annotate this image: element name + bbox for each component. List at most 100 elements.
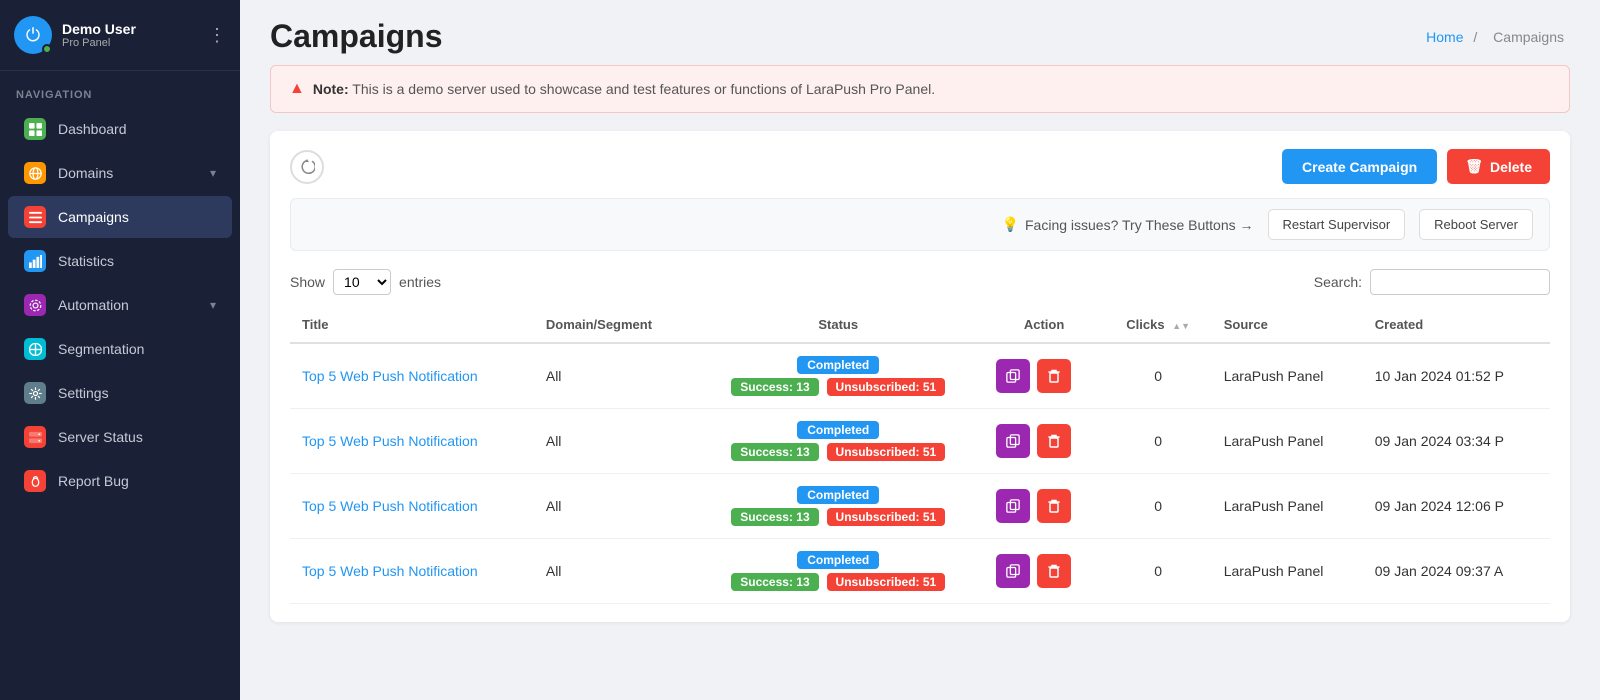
sidebar-item-settings[interactable]: Settings: [8, 372, 232, 414]
cell-action: [984, 343, 1105, 409]
delete-label: Delete: [1490, 159, 1532, 175]
cell-clicks: 0: [1105, 409, 1212, 474]
status-badge: Completed: [797, 421, 879, 439]
status-badge: Completed: [797, 486, 879, 504]
table-row: Top 5 Web Push Notification All Complete…: [290, 343, 1550, 409]
refresh-button[interactable]: [290, 150, 324, 184]
copy-button[interactable]: [996, 424, 1030, 458]
sidebar-menu-dots[interactable]: ⋮: [208, 25, 226, 46]
chevron-down-icon: ▾: [210, 298, 216, 312]
table-controls: Show 10 25 50 100 entries Search:: [290, 269, 1550, 295]
table-header-row: Title Domain/Segment Status Action Click…: [290, 307, 1550, 343]
restart-supervisor-button[interactable]: Restart Supervisor: [1268, 209, 1406, 240]
cell-action: [984, 539, 1105, 604]
campaign-title-link[interactable]: Top 5 Web Push Notification: [302, 498, 478, 514]
entries-label: entries: [399, 274, 441, 290]
cell-status: Completed Success: 13 Unsubscribed: 51: [693, 409, 984, 474]
statistics-icon: [24, 250, 46, 272]
toolbar-left: [290, 150, 324, 184]
sidebar-item-report-bug[interactable]: Report Bug: [8, 460, 232, 502]
entries-select[interactable]: 10 25 50 100: [333, 269, 391, 295]
copy-button[interactable]: [996, 489, 1030, 523]
sidebar-item-segmentation[interactable]: Segmentation: [8, 328, 232, 370]
cell-title: Top 5 Web Push Notification: [290, 343, 534, 409]
delete-button[interactable]: 🗑 Delete: [1447, 149, 1550, 184]
search-input[interactable]: [1370, 269, 1550, 295]
table-row: Top 5 Web Push Notification All Complete…: [290, 539, 1550, 604]
success-badge: Success: 13: [731, 508, 818, 526]
sidebar-item-campaigns[interactable]: Campaigns: [8, 196, 232, 238]
user-role: Pro Panel: [62, 37, 136, 49]
campaign-title-link[interactable]: Top 5 Web Push Notification: [302, 563, 478, 579]
row-delete-button[interactable]: [1037, 554, 1071, 588]
user-info: Demo User Pro Panel: [62, 21, 136, 49]
sidebar-item-domains[interactable]: Domains ▾: [8, 152, 232, 194]
segmentation-icon: [24, 338, 46, 360]
sidebar-item-label: Statistics: [58, 253, 216, 269]
card-toolbar: Create Campaign 🗑 Delete: [290, 149, 1550, 184]
dashboard-icon: [24, 118, 46, 140]
cell-title: Top 5 Web Push Notification: [290, 474, 534, 539]
cell-created: 09 Jan 2024 12:06 P: [1363, 474, 1550, 539]
cell-created: 09 Jan 2024 09:37 A: [1363, 539, 1550, 604]
avatar-icon: ⏻: [26, 25, 40, 46]
col-status: Status: [693, 307, 984, 343]
breadcrumb-home[interactable]: Home: [1426, 29, 1463, 45]
cell-source: LaraPush Panel: [1212, 539, 1363, 604]
copy-button[interactable]: [996, 359, 1030, 393]
row-delete-button[interactable]: [1037, 424, 1071, 458]
col-created: Created: [1363, 307, 1550, 343]
issues-text: 💡 Facing issues? Try These Buttons →: [1002, 216, 1254, 233]
issues-bar: 💡 Facing issues? Try These Buttons → Res…: [290, 198, 1550, 251]
campaign-title-link[interactable]: Top 5 Web Push Notification: [302, 433, 478, 449]
sidebar-header: ⏻ Demo User Pro Panel ⋮: [0, 0, 240, 71]
alert-banner: ▲ Note: This is a demo server used to sh…: [270, 65, 1570, 113]
col-domain: Domain/Segment: [534, 307, 693, 343]
cell-source: LaraPush Panel: [1212, 409, 1363, 474]
col-action: Action: [984, 307, 1105, 343]
reboot-server-button[interactable]: Reboot Server: [1419, 209, 1533, 240]
online-indicator: [42, 44, 52, 54]
alert-body: This is a demo server used to showcase a…: [352, 81, 935, 97]
clicks-sort-icon[interactable]: ▲▼: [1172, 322, 1190, 331]
campaign-title-link[interactable]: Top 5 Web Push Notification: [302, 368, 478, 384]
sidebar-item-label: Campaigns: [58, 209, 216, 225]
main-content: Campaigns Home / Campaigns ▲ Note: This …: [240, 0, 1600, 700]
breadcrumb: Home / Campaigns: [1426, 29, 1570, 45]
create-campaign-button[interactable]: Create Campaign: [1282, 149, 1437, 184]
cell-created: 09 Jan 2024 03:34 P: [1363, 409, 1550, 474]
bug-icon: [24, 470, 46, 492]
cell-domain: All: [534, 474, 693, 539]
row-delete-button[interactable]: [1037, 359, 1071, 393]
success-badge: Success: 13: [731, 573, 818, 591]
settings-icon: [24, 382, 46, 404]
cell-title: Top 5 Web Push Notification: [290, 409, 534, 474]
unsub-badge: Unsubscribed: 51: [827, 443, 946, 461]
campaigns-icon: [24, 206, 46, 228]
cell-action: [984, 474, 1105, 539]
row-delete-button[interactable]: [1037, 489, 1071, 523]
success-badge: Success: 13: [731, 378, 818, 396]
sidebar-item-label: Segmentation: [58, 341, 216, 357]
cell-clicks: 0: [1105, 539, 1212, 604]
user-name: Demo User: [62, 21, 136, 37]
delete-icon: 🗑: [1465, 158, 1483, 175]
sidebar-item-label: Settings: [58, 385, 216, 401]
sidebar-item-server-status[interactable]: Server Status: [8, 416, 232, 458]
col-clicks: Clicks ▲▼: [1105, 307, 1212, 343]
server-icon: [24, 426, 46, 448]
sidebar-item-automation[interactable]: Automation ▾: [8, 284, 232, 326]
unsub-badge: Unsubscribed: 51: [827, 573, 946, 591]
cell-domain: All: [534, 539, 693, 604]
sidebar-section-label: Navigation: [0, 71, 240, 107]
search-box: Search:: [1314, 269, 1550, 295]
page-title: Campaigns: [270, 18, 442, 55]
cell-status: Completed Success: 13 Unsubscribed: 51: [693, 343, 984, 409]
show-entries: Show 10 25 50 100 entries: [290, 269, 441, 295]
copy-button[interactable]: [996, 554, 1030, 588]
sidebar-item-dashboard[interactable]: Dashboard: [8, 108, 232, 150]
domains-icon: [24, 162, 46, 184]
success-badge: Success: 13: [731, 443, 818, 461]
alert-text: Note: This is a demo server used to show…: [313, 81, 935, 97]
sidebar-item-statistics[interactable]: Statistics: [8, 240, 232, 282]
